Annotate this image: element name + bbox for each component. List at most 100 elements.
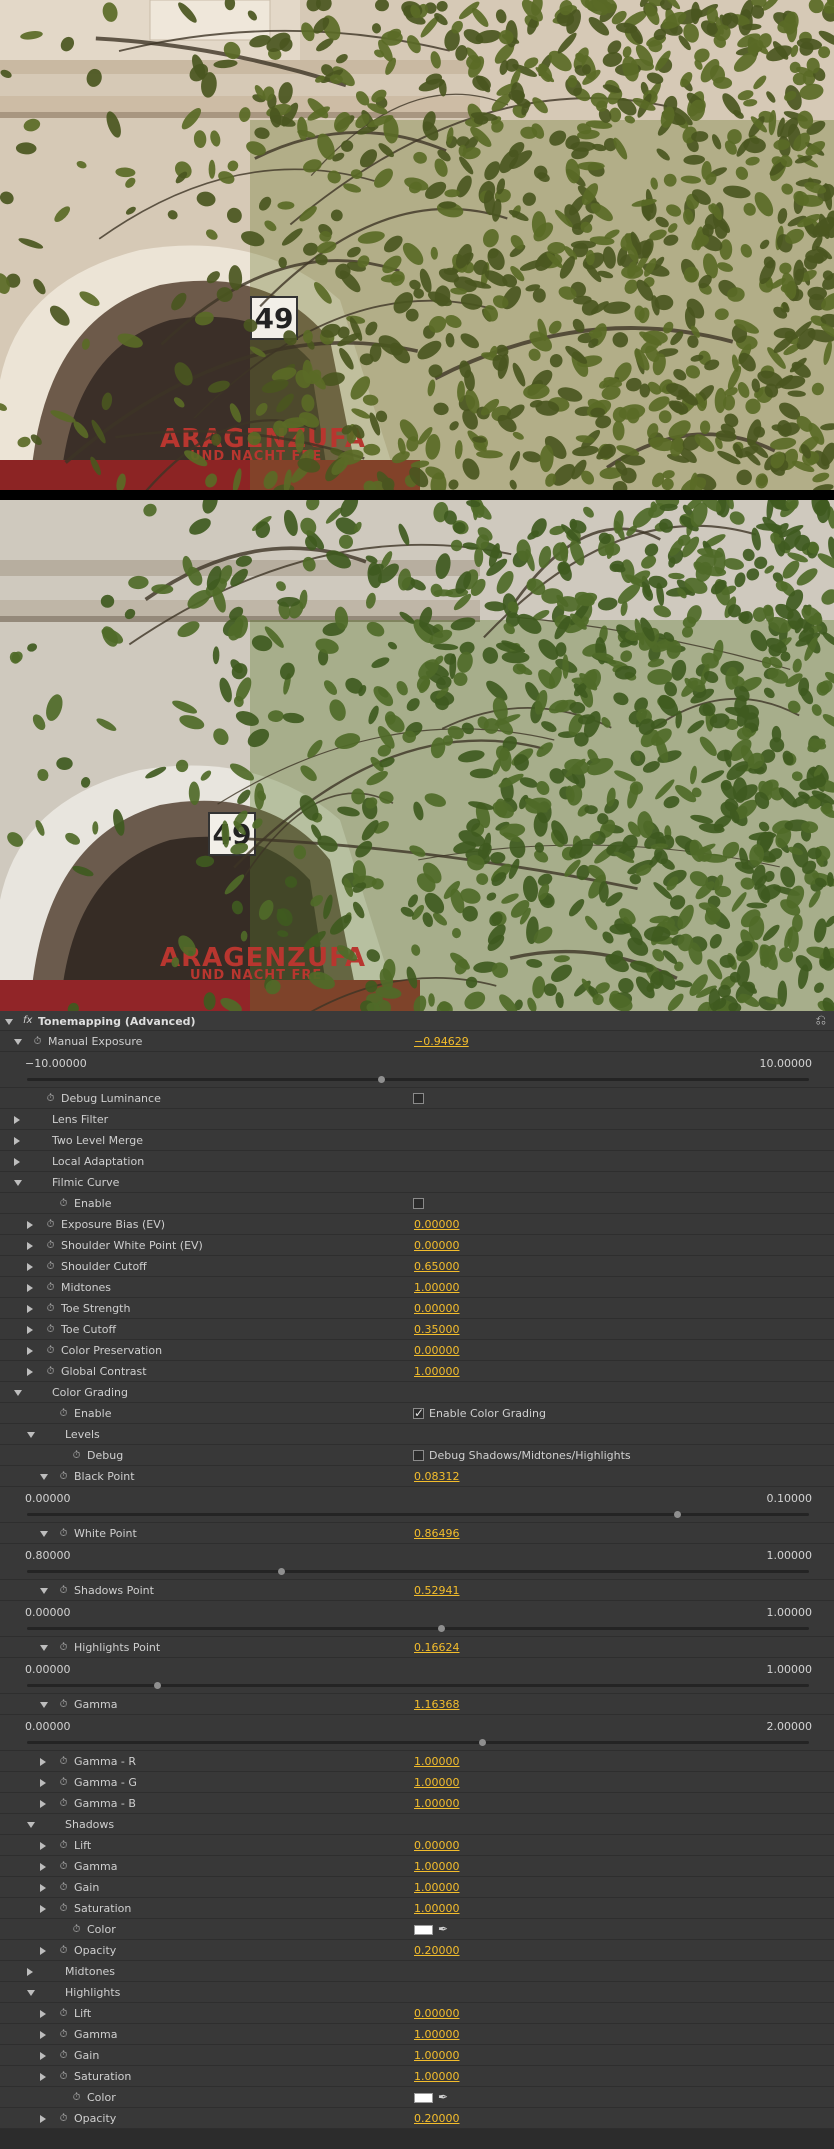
param-row-highlights[interactable]: Highlights [0,1982,834,2003]
param-row-filmic-curve[interactable]: Filmic Curve [0,1172,834,1193]
twirl-down-icon[interactable] [27,1432,35,1438]
stopwatch-icon[interactable]: ⏱︎ [58,2113,69,2124]
stopwatch-icon[interactable]: ⏱︎ [58,1903,69,1914]
twirl-right-icon[interactable] [40,2010,46,2018]
stopwatch-icon[interactable]: ⏱︎ [58,1585,69,1596]
param-value[interactable]: 0.65000 [414,1260,460,1273]
param-value[interactable]: 0.20000 [414,2112,460,2125]
stopwatch-icon[interactable]: ⏱︎ [58,1840,69,1851]
stopwatch-icon[interactable]: ⏱︎ [58,1777,69,1788]
param-value[interactable]: 1.00000 [414,2028,460,2041]
twirl-right-icon[interactable] [14,1116,20,1124]
param-row-two-level-merge[interactable]: Two Level Merge [0,1130,834,1151]
twirl-right-icon[interactable] [27,1221,33,1229]
reset-icon[interactable]: ⎌ [816,1013,826,1028]
param-row-color-grading[interactable]: Color Grading [0,1382,834,1403]
twirl-down-icon[interactable] [14,1180,22,1186]
stopwatch-icon[interactable]: ⏱︎ [71,2092,82,2103]
twirl-right-icon[interactable] [27,1305,33,1313]
param-row-midtones[interactable]: Midtones [0,1961,834,1982]
stopwatch-icon[interactable]: ⏱︎ [45,1240,56,1251]
param-value[interactable]: 0.16624 [414,1641,460,1654]
param-value[interactable]: 1.00000 [414,1365,460,1378]
stopwatch-icon[interactable]: ⏱︎ [45,1093,56,1104]
stopwatch-icon[interactable]: ⏱︎ [58,1861,69,1872]
stopwatch-icon[interactable]: ⏱︎ [58,1471,69,1482]
param-value[interactable]: 0.86496 [414,1527,460,1540]
param-value[interactable]: 1.00000 [414,1860,460,1873]
twirl-down-icon[interactable] [40,1645,48,1651]
twirl-down-icon[interactable] [40,1588,48,1594]
param-value[interactable]: 0.00000 [414,2007,460,2020]
stopwatch-icon[interactable]: ⏱︎ [71,1450,82,1461]
stopwatch-icon[interactable]: ⏱︎ [58,2008,69,2019]
param-value[interactable]: 0.20000 [414,1944,460,1957]
param-value[interactable]: 1.00000 [414,1797,460,1810]
eyedropper-icon[interactable]: ✒︎ [438,1922,448,1936]
twirl-right-icon[interactable] [40,2031,46,2039]
param-row-levels[interactable]: Levels [0,1424,834,1445]
stopwatch-icon[interactable]: ⏱︎ [58,1198,69,1209]
effect-header[interactable]: fx Tonemapping (Advanced) ⎌ [0,1011,834,1031]
twirl-right-icon[interactable] [40,2052,46,2060]
checkbox[interactable] [413,1198,424,1209]
twirl-down-icon[interactable] [40,1702,48,1708]
param-value[interactable]: 0.00000 [414,1344,460,1357]
param-value[interactable]: 0.00000 [414,1239,460,1252]
stopwatch-icon[interactable]: ⏱︎ [45,1324,56,1335]
twirl-right-icon[interactable] [14,1137,20,1145]
stopwatch-icon[interactable]: ⏱︎ [45,1366,56,1377]
fx-icon[interactable]: fx [23,1015,32,1026]
twirl-right-icon[interactable] [40,1779,46,1787]
stopwatch-icon[interactable]: ⏱︎ [32,1036,43,1047]
twirl-down-icon[interactable] [27,1822,35,1828]
twirl-right-icon[interactable] [40,1800,46,1808]
twirl-right-icon[interactable] [14,1158,20,1166]
param-value[interactable]: −0.94629 [414,1035,469,1048]
twirl-right-icon[interactable] [27,1284,33,1292]
stopwatch-icon[interactable]: ⏱︎ [45,1282,56,1293]
twirl-right-icon[interactable] [40,1863,46,1871]
param-value[interactable]: 0.52941 [414,1584,460,1597]
stopwatch-icon[interactable]: ⏱︎ [58,1756,69,1767]
slider-thumb[interactable] [277,1568,285,1575]
param-value[interactable]: 0.00000 [414,1839,460,1852]
param-value[interactable]: 1.00000 [414,1881,460,1894]
param-value[interactable]: 1.16368 [414,1698,460,1711]
slider-track[interactable] [27,1627,809,1630]
param-value[interactable]: 0.00000 [414,1302,460,1315]
slider-track[interactable] [27,1078,809,1081]
param-value[interactable]: 1.00000 [414,1902,460,1915]
checkbox[interactable] [413,1450,424,1461]
twirl-right-icon[interactable] [27,1368,33,1376]
param-row-local-adaptation[interactable]: Local Adaptation [0,1151,834,1172]
slider-track[interactable] [27,1684,809,1687]
color-swatch[interactable] [414,1925,433,1935]
twirl-down-icon[interactable] [27,1990,35,1996]
stopwatch-icon[interactable]: ⏱︎ [58,1798,69,1809]
param-value[interactable]: 1.00000 [414,2070,460,2083]
stopwatch-icon[interactable]: ⏱︎ [58,1408,69,1419]
param-value[interactable]: 0.08312 [414,1470,460,1483]
twirl-right-icon[interactable] [40,1947,46,1955]
slider-track[interactable] [27,1570,809,1573]
twirl-right-icon[interactable] [40,1884,46,1892]
param-row-shadows[interactable]: Shadows [0,1814,834,1835]
checkbox[interactable] [413,1093,424,1104]
twirl-right-icon[interactable] [40,1905,46,1913]
stopwatch-icon[interactable]: ⏱︎ [45,1219,56,1230]
stopwatch-icon[interactable]: ⏱︎ [58,1699,69,1710]
stopwatch-icon[interactable]: ⏱︎ [58,1945,69,1956]
twirl-right-icon[interactable] [27,1263,33,1271]
twirl-right-icon[interactable] [27,1968,33,1976]
param-value[interactable]: 1.00000 [414,1755,460,1768]
twirl-right-icon[interactable] [40,1758,46,1766]
slider-track[interactable] [27,1513,809,1516]
checkbox[interactable] [413,1406,424,1420]
slider-thumb[interactable] [378,1076,385,1083]
stopwatch-icon[interactable]: ⏱︎ [58,2050,69,2061]
twirl-down-icon[interactable] [40,1531,48,1537]
stopwatch-icon[interactable]: ⏱︎ [71,1924,82,1935]
slider-track[interactable] [27,1741,809,1744]
stopwatch-icon[interactable]: ⏱︎ [58,1528,69,1539]
